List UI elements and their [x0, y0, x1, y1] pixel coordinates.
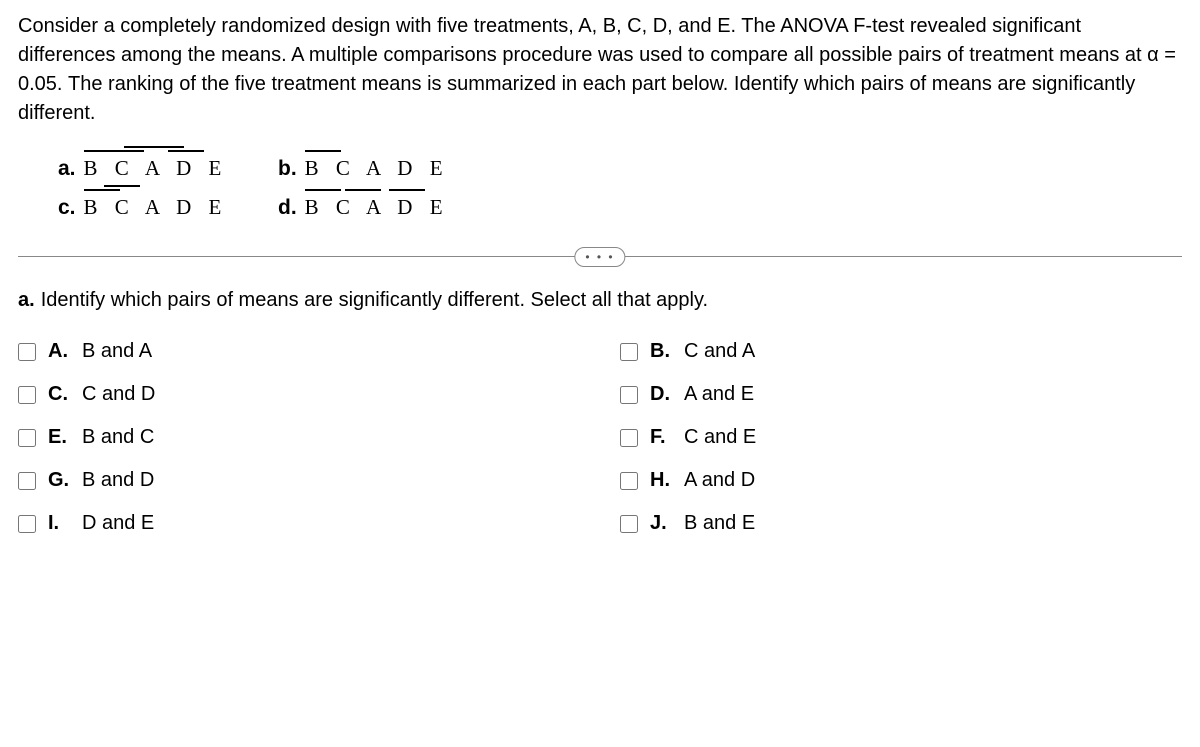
option-f-checkbox[interactable] [620, 429, 638, 447]
sub-question-a: a. Identify which pairs of means are sign… [18, 289, 1182, 312]
section-divider: • • • [18, 256, 1182, 257]
part-c-means: B C A D E [84, 195, 228, 220]
expand-icon[interactable]: • • • [574, 247, 625, 267]
option-i-text: D and E [82, 512, 154, 535]
option-e: E. B and C [18, 426, 580, 449]
part-d: d. B C A D E [278, 195, 498, 220]
part-a: a. B C A D E [58, 156, 278, 181]
option-c-text: C and D [82, 383, 155, 406]
part-b-label: b. [278, 157, 297, 181]
option-b-checkbox[interactable] [620, 343, 638, 361]
option-e-letter: E. [48, 426, 78, 449]
part-b: b. B C A D E [278, 156, 498, 181]
part-a-label: a. [58, 157, 76, 181]
option-h-letter: H. [650, 469, 680, 492]
part-c-label: c. [58, 196, 76, 220]
part-c: c. B C A D E [58, 195, 278, 220]
option-d-letter: D. [650, 383, 680, 406]
option-g-letter: G. [48, 469, 78, 492]
option-f: F. C and E [620, 426, 1182, 449]
option-j-letter: J. [650, 512, 680, 535]
part-d-means: B C A D E [305, 195, 449, 220]
options-grid: A. B and A B. C and A C. C and D D. A an… [18, 340, 1182, 535]
sub-question-label: a. [18, 289, 35, 311]
option-i: I. D and E [18, 512, 580, 535]
option-b-letter: B. [650, 340, 680, 363]
option-j-text: B and E [684, 512, 755, 535]
parts-grid: a. B C A D E b. B C A D E c. B C A D E d… [58, 156, 1182, 220]
option-i-letter: I. [48, 512, 78, 535]
option-b-text: C and A [684, 340, 755, 363]
option-j: J. B and E [620, 512, 1182, 535]
option-d: D. A and E [620, 383, 1182, 406]
option-a-letter: A. [48, 340, 78, 363]
option-i-checkbox[interactable] [18, 515, 36, 533]
option-g-text: B and D [82, 469, 154, 492]
option-h-text: A and D [684, 469, 755, 492]
part-a-means: B C A D E [84, 156, 228, 181]
option-b: B. C and A [620, 340, 1182, 363]
part-d-label: d. [278, 196, 297, 220]
option-f-letter: F. [650, 426, 680, 449]
question-text: Consider a completely randomized design … [18, 12, 1182, 128]
option-a-checkbox[interactable] [18, 343, 36, 361]
option-g-checkbox[interactable] [18, 472, 36, 490]
part-b-means: B C A D E [305, 156, 449, 181]
option-g: G. B and D [18, 469, 580, 492]
option-d-text: A and E [684, 383, 754, 406]
option-e-checkbox[interactable] [18, 429, 36, 447]
option-c: C. C and D [18, 383, 580, 406]
option-j-checkbox[interactable] [620, 515, 638, 533]
option-c-checkbox[interactable] [18, 386, 36, 404]
option-d-checkbox[interactable] [620, 386, 638, 404]
sub-question-text: Identify which pairs of means are signif… [41, 289, 708, 311]
option-a: A. B and A [18, 340, 580, 363]
option-h-checkbox[interactable] [620, 472, 638, 490]
option-a-text: B and A [82, 340, 152, 363]
option-h: H. A and D [620, 469, 1182, 492]
option-e-text: B and C [82, 426, 154, 449]
option-f-text: C and E [684, 426, 756, 449]
option-c-letter: C. [48, 383, 78, 406]
